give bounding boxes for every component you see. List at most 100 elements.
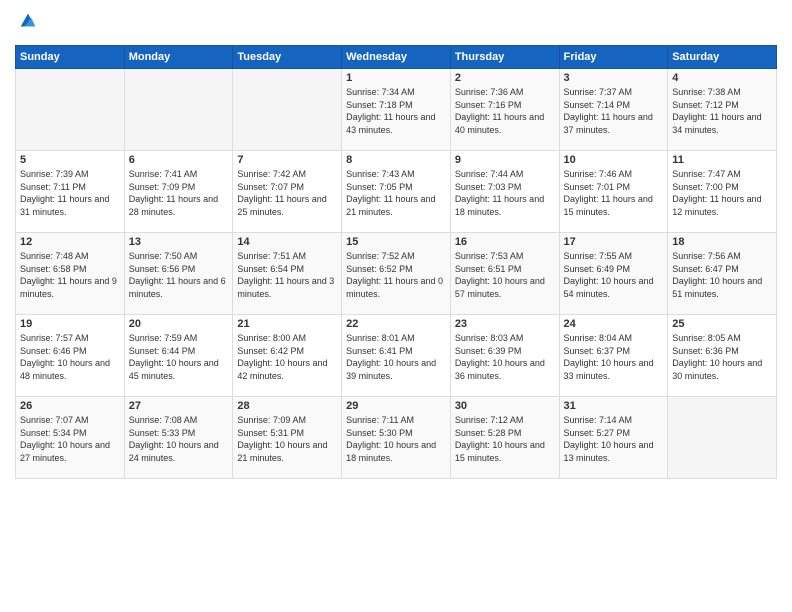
day-info: Sunrise: 7:36 AM Sunset: 7:16 PM Dayligh… xyxy=(455,86,555,136)
calendar-week-row: 19 Sunrise: 7:57 AM Sunset: 6:46 PM Dayli… xyxy=(16,315,777,397)
logo xyxy=(15,10,42,37)
calendar-cell: 25 Sunrise: 8:05 AM Sunset: 6:36 PM Dayli… xyxy=(668,315,777,397)
day-number: 1 xyxy=(346,72,446,84)
logo-icon xyxy=(17,10,39,32)
day-info: Sunrise: 7:34 AM Sunset: 7:18 PM Dayligh… xyxy=(346,86,446,136)
calendar-cell xyxy=(16,69,125,151)
day-info: Sunrise: 8:03 AM Sunset: 6:39 PM Dayligh… xyxy=(455,332,555,382)
day-number: 11 xyxy=(672,154,772,166)
calendar-week-row: 26Sunrise: 7:07 AM Sunset: 5:34 PM Dayli… xyxy=(16,397,777,479)
calendar-cell: 22 Sunrise: 8:01 AM Sunset: 6:41 PM Dayli… xyxy=(342,315,451,397)
day-info: Sunrise: 8:04 AM Sunset: 6:37 PM Dayligh… xyxy=(564,332,664,382)
page: SundayMondayTuesdayWednesdayThursdayFrid… xyxy=(0,0,792,612)
day-number: 16 xyxy=(455,236,555,248)
day-info: Sunrise: 7:53 AM Sunset: 6:51 PM Dayligh… xyxy=(455,250,555,300)
calendar-cell: 24 Sunrise: 8:04 AM Sunset: 6:37 PM Dayli… xyxy=(559,315,668,397)
calendar-cell: 2 Sunrise: 7:36 AM Sunset: 7:16 PM Daylig… xyxy=(450,69,559,151)
day-info: Sunrise: 7:38 AM Sunset: 7:12 PM Dayligh… xyxy=(672,86,772,136)
day-info: Sunrise: 7:37 AM Sunset: 7:14 PM Dayligh… xyxy=(564,86,664,136)
day-info: Sunrise: 7:46 AM Sunset: 7:01 PM Dayligh… xyxy=(564,168,664,218)
calendar-cell xyxy=(233,69,342,151)
day-info: Sunrise: 7:50 AM Sunset: 6:56 PM Dayligh… xyxy=(129,250,229,300)
calendar-cell: 30 Sunrise: 7:12 AM Sunset: 5:28 PM Dayli… xyxy=(450,397,559,479)
calendar-cell: 13 Sunrise: 7:50 AM Sunset: 6:56 PM Dayli… xyxy=(124,233,233,315)
day-number: 4 xyxy=(672,72,772,84)
calendar-cell: 20 Sunrise: 7:59 AM Sunset: 6:44 PM Dayli… xyxy=(124,315,233,397)
day-info: Sunrise: 7:52 AM Sunset: 6:52 PM Dayligh… xyxy=(346,250,446,300)
weekday-header: Tuesday xyxy=(233,46,342,69)
day-number: 21 xyxy=(237,318,337,330)
calendar-cell: 3 Sunrise: 7:37 AM Sunset: 7:14 PM Daylig… xyxy=(559,69,668,151)
day-number: 17 xyxy=(564,236,664,248)
day-info: Sunrise: 7:41 AM Sunset: 7:09 PM Dayligh… xyxy=(129,168,229,218)
weekday-header-row: SundayMondayTuesdayWednesdayThursdayFrid… xyxy=(16,46,777,69)
calendar-cell: 18 Sunrise: 7:56 AM Sunset: 6:47 PM Dayli… xyxy=(668,233,777,315)
weekday-header: Saturday xyxy=(668,46,777,69)
calendar-cell: 15Sunrise: 7:52 AM Sunset: 6:52 PM Dayli… xyxy=(342,233,451,315)
day-info: Sunrise: 7:59 AM Sunset: 6:44 PM Dayligh… xyxy=(129,332,229,382)
calendar-cell: 23 Sunrise: 8:03 AM Sunset: 6:39 PM Dayli… xyxy=(450,315,559,397)
weekday-header: Monday xyxy=(124,46,233,69)
calendar-cell: 27 Sunrise: 7:08 AM Sunset: 5:33 PM Dayli… xyxy=(124,397,233,479)
day-number: 27 xyxy=(129,400,229,412)
day-number: 24 xyxy=(564,318,664,330)
day-info: Sunrise: 7:56 AM Sunset: 6:47 PM Dayligh… xyxy=(672,250,772,300)
day-info: Sunrise: 7:39 AM Sunset: 7:11 PM Dayligh… xyxy=(20,168,120,218)
day-number: 10 xyxy=(564,154,664,166)
day-number: 30 xyxy=(455,400,555,412)
day-info: Sunrise: 7:09 AM Sunset: 5:31 PM Dayligh… xyxy=(237,414,337,464)
day-info: Sunrise: 8:01 AM Sunset: 6:41 PM Dayligh… xyxy=(346,332,446,382)
calendar-cell: 17Sunrise: 7:55 AM Sunset: 6:49 PM Dayli… xyxy=(559,233,668,315)
day-number: 20 xyxy=(129,318,229,330)
day-number: 6 xyxy=(129,154,229,166)
calendar-cell: 11Sunrise: 7:47 AM Sunset: 7:00 PM Dayli… xyxy=(668,151,777,233)
day-number: 12 xyxy=(20,236,120,248)
day-number: 23 xyxy=(455,318,555,330)
day-info: Sunrise: 8:00 AM Sunset: 6:42 PM Dayligh… xyxy=(237,332,337,382)
day-number: 3 xyxy=(564,72,664,84)
weekday-header: Wednesday xyxy=(342,46,451,69)
day-number: 14 xyxy=(237,236,337,248)
calendar-week-row: 5 Sunrise: 7:39 AM Sunset: 7:11 PM Daylig… xyxy=(16,151,777,233)
calendar-cell: 6 Sunrise: 7:41 AM Sunset: 7:09 PM Daylig… xyxy=(124,151,233,233)
day-number: 28 xyxy=(237,400,337,412)
calendar-cell: 9Sunrise: 7:44 AM Sunset: 7:03 PM Daylig… xyxy=(450,151,559,233)
calendar-cell xyxy=(668,397,777,479)
day-number: 2 xyxy=(455,72,555,84)
day-info: Sunrise: 7:43 AM Sunset: 7:05 PM Dayligh… xyxy=(346,168,446,218)
day-info: Sunrise: 7:51 AM Sunset: 6:54 PM Dayligh… xyxy=(237,250,337,300)
day-number: 5 xyxy=(20,154,120,166)
day-info: Sunrise: 7:11 AM Sunset: 5:30 PM Dayligh… xyxy=(346,414,446,464)
day-number: 29 xyxy=(346,400,446,412)
calendar-cell: 31Sunrise: 7:14 AM Sunset: 5:27 PM Dayli… xyxy=(559,397,668,479)
calendar-cell: 28 Sunrise: 7:09 AM Sunset: 5:31 PM Dayli… xyxy=(233,397,342,479)
day-number: 22 xyxy=(346,318,446,330)
day-info: Sunrise: 7:42 AM Sunset: 7:07 PM Dayligh… xyxy=(237,168,337,218)
day-number: 25 xyxy=(672,318,772,330)
calendar-cell: 29 Sunrise: 7:11 AM Sunset: 5:30 PM Dayli… xyxy=(342,397,451,479)
calendar-week-row: 12Sunrise: 7:48 AM Sunset: 6:58 PM Dayli… xyxy=(16,233,777,315)
calendar-cell: 21 Sunrise: 8:00 AM Sunset: 6:42 PM Dayli… xyxy=(233,315,342,397)
calendar-cell: 1 Sunrise: 7:34 AM Sunset: 7:18 PM Daylig… xyxy=(342,69,451,151)
calendar-cell: 10 Sunrise: 7:46 AM Sunset: 7:01 PM Dayli… xyxy=(559,151,668,233)
day-info: Sunrise: 7:44 AM Sunset: 7:03 PM Dayligh… xyxy=(455,168,555,218)
day-number: 18 xyxy=(672,236,772,248)
calendar-cell: 7 Sunrise: 7:42 AM Sunset: 7:07 PM Daylig… xyxy=(233,151,342,233)
day-info: Sunrise: 7:12 AM Sunset: 5:28 PM Dayligh… xyxy=(455,414,555,464)
calendar-cell: 19 Sunrise: 7:57 AM Sunset: 6:46 PM Dayli… xyxy=(16,315,125,397)
day-info: Sunrise: 7:08 AM Sunset: 5:33 PM Dayligh… xyxy=(129,414,229,464)
calendar-cell: 12Sunrise: 7:48 AM Sunset: 6:58 PM Dayli… xyxy=(16,233,125,315)
calendar-cell: 26Sunrise: 7:07 AM Sunset: 5:34 PM Dayli… xyxy=(16,397,125,479)
day-info: Sunrise: 7:14 AM Sunset: 5:27 PM Dayligh… xyxy=(564,414,664,464)
calendar-cell: 4 Sunrise: 7:38 AM Sunset: 7:12 PM Daylig… xyxy=(668,69,777,151)
day-number: 7 xyxy=(237,154,337,166)
day-info: Sunrise: 7:57 AM Sunset: 6:46 PM Dayligh… xyxy=(20,332,120,382)
calendar-cell: 8 Sunrise: 7:43 AM Sunset: 7:05 PM Daylig… xyxy=(342,151,451,233)
day-info: Sunrise: 8:05 AM Sunset: 6:36 PM Dayligh… xyxy=(672,332,772,382)
weekday-header: Friday xyxy=(559,46,668,69)
day-number: 8 xyxy=(346,154,446,166)
day-number: 19 xyxy=(20,318,120,330)
calendar-cell xyxy=(124,69,233,151)
weekday-header: Thursday xyxy=(450,46,559,69)
day-number: 13 xyxy=(129,236,229,248)
